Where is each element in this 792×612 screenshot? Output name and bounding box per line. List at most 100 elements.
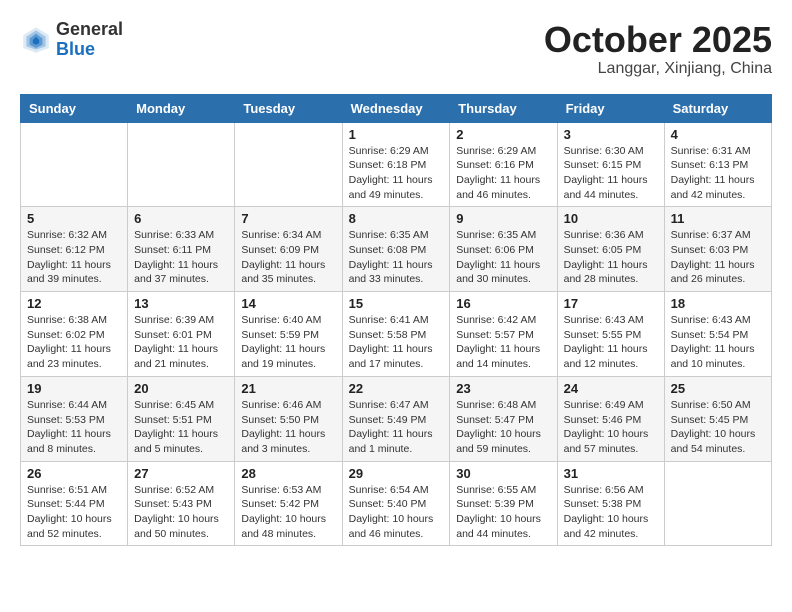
title-block: October 2025 Langgar, Xinjiang, China (544, 20, 772, 78)
day-number: 15 (349, 296, 444, 311)
day-info: Sunrise: 6:37 AMSunset: 6:03 PMDaylight:… (671, 228, 765, 287)
calendar-cell: 18Sunrise: 6:43 AMSunset: 5:54 PMDayligh… (664, 292, 771, 377)
day-info: Sunrise: 6:53 AMSunset: 5:42 PMDaylight:… (241, 483, 335, 542)
day-info: Sunrise: 6:48 AMSunset: 5:47 PMDaylight:… (456, 398, 550, 457)
day-info: Sunrise: 6:50 AMSunset: 5:45 PMDaylight:… (671, 398, 765, 457)
day-number: 20 (134, 381, 228, 396)
day-number: 27 (134, 466, 228, 481)
day-info: Sunrise: 6:29 AMSunset: 6:18 PMDaylight:… (349, 144, 444, 203)
day-number: 30 (456, 466, 550, 481)
calendar-cell (128, 122, 235, 207)
calendar-cell (664, 461, 771, 546)
calendar-cell: 5 Sunrise: 6:32 AMSunset: 6:12 PMDaylight… (21, 207, 128, 292)
day-number: 1 (349, 127, 444, 142)
calendar-cell: 24 Sunrise: 6:49 AMSunset: 5:46 PMDayligh… (557, 376, 664, 461)
calendar-week-row: 26 Sunrise: 6:51 AMSunset: 5:44 PMDayligh… (21, 461, 772, 546)
day-number: 2 (456, 127, 550, 142)
day-number: 10 (564, 211, 658, 226)
day-number: 4 (671, 127, 765, 142)
calendar-cell: 13Sunrise: 6:39 AMSunset: 6:01 PMDayligh… (128, 292, 235, 377)
day-number: 24 (564, 381, 658, 396)
calendar-cell: 31 Sunrise: 6:56 AMSunset: 5:38 PMDayligh… (557, 461, 664, 546)
day-info: Sunrise: 6:44 AMSunset: 5:53 PMDaylight:… (27, 398, 121, 457)
location: Langgar, Xinjiang, China (544, 60, 772, 78)
day-info: Sunrise: 6:41 AMSunset: 5:58 PMDaylight:… (349, 313, 444, 372)
day-info: Sunrise: 6:32 AMSunset: 6:12 PMDaylight:… (27, 228, 121, 287)
day-number: 23 (456, 381, 550, 396)
day-info: Sunrise: 6:46 AMSunset: 5:50 PMDaylight:… (241, 398, 335, 457)
day-info: Sunrise: 6:33 AMSunset: 6:11 PMDaylight:… (134, 228, 228, 287)
day-number: 31 (564, 466, 658, 481)
day-info: Sunrise: 6:47 AMSunset: 5:49 PMDaylight:… (349, 398, 444, 457)
day-info: Sunrise: 6:56 AMSunset: 5:38 PMDaylight:… (564, 483, 658, 542)
day-info: Sunrise: 6:55 AMSunset: 5:39 PMDaylight:… (456, 483, 550, 542)
calendar-cell: 25 Sunrise: 6:50 AMSunset: 5:45 PMDayligh… (664, 376, 771, 461)
logo-blue: Blue (56, 40, 123, 60)
day-number: 8 (349, 211, 444, 226)
day-info: Sunrise: 6:54 AMSunset: 5:40 PMDaylight:… (349, 483, 444, 542)
day-number: 6 (134, 211, 228, 226)
calendar-cell: 10Sunrise: 6:36 AMSunset: 6:05 PMDayligh… (557, 207, 664, 292)
day-number: 5 (27, 211, 121, 226)
logo: General Blue (20, 20, 123, 60)
calendar-cell: 16Sunrise: 6:42 AMSunset: 5:57 PMDayligh… (450, 292, 557, 377)
calendar-week-row: 1 Sunrise: 6:29 AMSunset: 6:18 PMDaylight… (21, 122, 772, 207)
weekday-header: Saturday (664, 94, 771, 122)
day-info: Sunrise: 6:49 AMSunset: 5:46 PMDaylight:… (564, 398, 658, 457)
calendar-week-row: 12Sunrise: 6:38 AMSunset: 6:02 PMDayligh… (21, 292, 772, 377)
day-number: 25 (671, 381, 765, 396)
day-number: 29 (349, 466, 444, 481)
day-info: Sunrise: 6:35 AMSunset: 6:06 PMDaylight:… (456, 228, 550, 287)
day-info: Sunrise: 6:39 AMSunset: 6:01 PMDaylight:… (134, 313, 228, 372)
weekday-header: Sunday (21, 94, 128, 122)
calendar-cell: 3 Sunrise: 6:30 AMSunset: 6:15 PMDaylight… (557, 122, 664, 207)
day-number: 14 (241, 296, 335, 311)
weekday-header-row: SundayMondayTuesdayWednesdayThursdayFrid… (21, 94, 772, 122)
calendar-cell: 11Sunrise: 6:37 AMSunset: 6:03 PMDayligh… (664, 207, 771, 292)
calendar: SundayMondayTuesdayWednesdayThursdayFrid… (20, 94, 772, 547)
day-info: Sunrise: 6:31 AMSunset: 6:13 PMDaylight:… (671, 144, 765, 203)
weekday-header: Thursday (450, 94, 557, 122)
calendar-cell: 28Sunrise: 6:53 AMSunset: 5:42 PMDayligh… (235, 461, 342, 546)
logo-general: General (56, 20, 123, 40)
calendar-cell (235, 122, 342, 207)
weekday-header: Wednesday (342, 94, 450, 122)
calendar-cell: 12Sunrise: 6:38 AMSunset: 6:02 PMDayligh… (21, 292, 128, 377)
day-info: Sunrise: 6:30 AMSunset: 6:15 PMDaylight:… (564, 144, 658, 203)
day-info: Sunrise: 6:51 AMSunset: 5:44 PMDaylight:… (27, 483, 121, 542)
day-number: 18 (671, 296, 765, 311)
weekday-header: Friday (557, 94, 664, 122)
calendar-cell: 21 Sunrise: 6:46 AMSunset: 5:50 PMDayligh… (235, 376, 342, 461)
day-number: 3 (564, 127, 658, 142)
calendar-cell: 26 Sunrise: 6:51 AMSunset: 5:44 PMDayligh… (21, 461, 128, 546)
weekday-header: Monday (128, 94, 235, 122)
day-number: 19 (27, 381, 121, 396)
day-info: Sunrise: 6:40 AMSunset: 5:59 PMDaylight:… (241, 313, 335, 372)
day-number: 21 (241, 381, 335, 396)
calendar-week-row: 5 Sunrise: 6:32 AMSunset: 6:12 PMDaylight… (21, 207, 772, 292)
page-header: General Blue October 2025 Langgar, Xinji… (20, 20, 772, 78)
calendar-cell: 23 Sunrise: 6:48 AMSunset: 5:47 PMDayligh… (450, 376, 557, 461)
day-info: Sunrise: 6:35 AMSunset: 6:08 PMDaylight:… (349, 228, 444, 287)
logo-icon (20, 24, 52, 56)
day-info: Sunrise: 6:45 AMSunset: 5:51 PMDaylight:… (134, 398, 228, 457)
calendar-cell: 6 Sunrise: 6:33 AMSunset: 6:11 PMDaylight… (128, 207, 235, 292)
day-number: 26 (27, 466, 121, 481)
month-title: October 2025 (544, 20, 772, 60)
day-number: 17 (564, 296, 658, 311)
calendar-cell: 8 Sunrise: 6:35 AMSunset: 6:08 PMDaylight… (342, 207, 450, 292)
day-number: 22 (349, 381, 444, 396)
calendar-cell: 20 Sunrise: 6:45 AMSunset: 5:51 PMDayligh… (128, 376, 235, 461)
day-number: 9 (456, 211, 550, 226)
day-info: Sunrise: 6:29 AMSunset: 6:16 PMDaylight:… (456, 144, 550, 203)
calendar-cell: 9 Sunrise: 6:35 AMSunset: 6:06 PMDaylight… (450, 207, 557, 292)
calendar-cell: 7Sunrise: 6:34 AMSunset: 6:09 PMDaylight… (235, 207, 342, 292)
calendar-cell: 15 Sunrise: 6:41 AMSunset: 5:58 PMDayligh… (342, 292, 450, 377)
day-info: Sunrise: 6:34 AMSunset: 6:09 PMDaylight:… (241, 228, 335, 287)
day-info: Sunrise: 6:42 AMSunset: 5:57 PMDaylight:… (456, 313, 550, 372)
calendar-cell: 14 Sunrise: 6:40 AMSunset: 5:59 PMDayligh… (235, 292, 342, 377)
calendar-cell: 30 Sunrise: 6:55 AMSunset: 5:39 PMDayligh… (450, 461, 557, 546)
calendar-cell: 27Sunrise: 6:52 AMSunset: 5:43 PMDayligh… (128, 461, 235, 546)
calendar-cell: 17Sunrise: 6:43 AMSunset: 5:55 PMDayligh… (557, 292, 664, 377)
calendar-cell: 22 Sunrise: 6:47 AMSunset: 5:49 PMDayligh… (342, 376, 450, 461)
